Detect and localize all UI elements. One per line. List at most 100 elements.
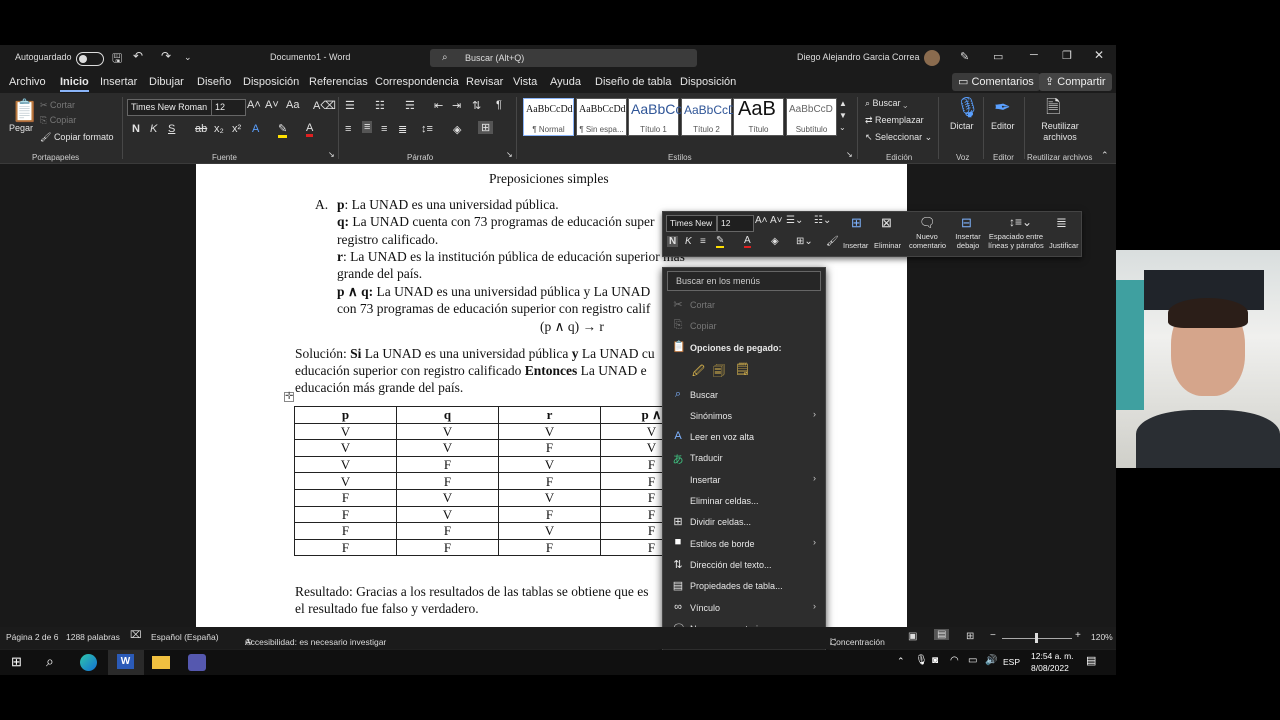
ribbon-display-icon[interactable]: ▭ [993, 50, 1003, 63]
align-right-icon[interactable]: ≡ [381, 123, 387, 135]
table-cell[interactable]: F [498, 505, 601, 524]
table-cell[interactable]: V [294, 439, 397, 457]
mini-borders-icon[interactable]: ⊞⌄ [796, 236, 813, 247]
table-cell[interactable]: F [498, 538, 601, 557]
mini-shading-icon[interactable]: ◈ [771, 236, 779, 247]
bold-icon[interactable]: N [132, 123, 140, 135]
tab-ayuda[interactable]: Ayuda [550, 76, 581, 88]
table-cell[interactable]: V [498, 488, 601, 507]
menu-item-translate[interactable]: Traducir [690, 453, 723, 463]
grow-font-icon[interactable]: A˄ [247, 99, 261, 111]
table-cell[interactable]: V [396, 505, 499, 524]
save-icon[interactable]: 🖫 [112, 49, 122, 70]
tab-inicio[interactable]: Inicio [60, 76, 89, 92]
mini-font-color-icon[interactable]: A [744, 235, 751, 248]
clock-date[interactable]: 8/08/2022 [1031, 663, 1069, 673]
mini-justify-icon[interactable]: ≣ [1056, 215, 1067, 231]
font-color-icon[interactable]: A [306, 122, 314, 137]
table-cell[interactable]: F [396, 522, 499, 540]
increase-indent-icon[interactable]: ⇥ [452, 99, 461, 112]
avatar[interactable] [924, 50, 940, 66]
table-cell[interactable]: V [498, 422, 601, 441]
table-cell[interactable]: V [396, 422, 499, 441]
table-cell[interactable]: F [294, 522, 397, 540]
style-no-spacing[interactable]: AaBbCcDd ¶ Sin espa... [576, 98, 627, 136]
table-cell[interactable]: V [396, 439, 499, 457]
comments-button[interactable]: ▭ Comentarios [952, 73, 1040, 91]
tab-disposicion-tabla[interactable]: Disposición [680, 76, 736, 88]
tab-vista[interactable]: Vista [513, 76, 537, 88]
menu-item-border-styles[interactable]: Estilos de borde [690, 539, 755, 549]
pen-icon[interactable]: ✎ [960, 50, 969, 63]
search-box[interactable]: ⌕ Buscar (Alt+Q) [430, 49, 697, 67]
style-heading-2[interactable]: AaBbCcD Título 2 [681, 98, 737, 136]
table-cell[interactable]: F [498, 472, 601, 490]
sort-icon[interactable]: ⇅ [472, 99, 481, 112]
windows-start-icon[interactable]: ⊞ [11, 654, 22, 670]
menu-item-read-aloud[interactable]: Leer en voz alta [690, 432, 754, 442]
file-explorer-icon[interactable] [152, 656, 170, 669]
mini-insert-below-button[interactable]: Insertar debajo [953, 232, 983, 250]
collapse-ribbon-icon[interactable]: ⌃ [1101, 150, 1109, 161]
table-cell[interactable]: F [294, 538, 397, 557]
tab-insertar[interactable]: Insertar [100, 76, 137, 88]
change-case-icon[interactable]: Aa [286, 99, 299, 111]
page-count[interactable]: Página 2 de 6 [6, 632, 58, 642]
battery-icon[interactable]: ▭ [968, 655, 977, 666]
autosave-toggle[interactable] [76, 52, 104, 66]
mini-bold-icon[interactable]: N [667, 236, 679, 247]
decrease-indent-icon[interactable]: ⇤ [434, 99, 443, 112]
mini-insert-icon[interactable]: ⊞ [851, 215, 862, 231]
table-cell[interactable]: V [294, 422, 397, 441]
mini-delete-button[interactable]: Eliminar [874, 241, 901, 250]
web-layout-icon[interactable]: ⊞ [966, 631, 974, 642]
read-mode-icon[interactable]: ▣ [908, 631, 917, 642]
undo-icon[interactable]: ↶ [133, 49, 143, 63]
find-button[interactable]: ⌕ Buscar ⌄ [865, 98, 907, 109]
wifi-icon[interactable]: ◠ [950, 655, 959, 666]
mini-format-painter-icon[interactable]: 🖌 [826, 236, 839, 247]
close-icon[interactable]: ✕ [1094, 48, 1104, 62]
styles-dialog-launcher-icon[interactable]: ↘ [846, 150, 853, 159]
format-painter-button[interactable]: 🖌 Copiar formato [40, 132, 113, 143]
menu-item-copy[interactable]: Copiar [690, 321, 717, 331]
shrink-font-icon[interactable]: A˅ [265, 99, 279, 111]
share-button[interactable]: ⇪ Compartir [1039, 73, 1112, 91]
strikethrough-icon[interactable]: ab [195, 123, 207, 135]
table-cell[interactable]: V [294, 455, 397, 474]
menu-item-synonyms[interactable]: Sinónimos [690, 411, 732, 421]
reuse-files-button[interactable]: Reutilizar archivos [1040, 121, 1080, 143]
menu-item-delete-cells[interactable]: Eliminar celdas... [690, 496, 759, 506]
menu-item-split-cells[interactable]: Dividir celdas... [690, 517, 751, 527]
text-effects-icon[interactable]: A [252, 123, 259, 135]
table-cell[interactable]: F [396, 472, 499, 490]
tab-diseno-de-tabla[interactable]: Diseño de tabla [595, 76, 671, 88]
paste-button[interactable]: Pegar [9, 123, 33, 133]
paste-icon[interactable]: 📋 [11, 98, 38, 124]
mini-numbering-icon[interactable]: ☷⌄ [814, 215, 831, 226]
clear-format-icon[interactable]: A⌫ [313, 99, 336, 112]
paste-keep-format-icon[interactable]: 🖉 [692, 362, 705, 383]
zoom-in-icon[interactable]: + [1075, 630, 1081, 641]
mini-grow-font-icon[interactable]: A˄ [755, 215, 768, 226]
search-icon[interactable]: ⌕ [46, 653, 54, 670]
table-cell[interactable]: V [294, 472, 397, 490]
menu-item-table-properties[interactable]: Propiedades de tabla... [690, 581, 783, 591]
table-cell[interactable]: F [396, 455, 499, 474]
zoom-slider-thumb[interactable] [1035, 633, 1038, 643]
mini-line-spacing-button[interactable]: Espaciado entre líneas y párrafos [985, 232, 1047, 250]
table-cell[interactable]: F [294, 488, 397, 507]
table-cell[interactable]: V [396, 488, 499, 507]
font-size-select[interactable]: 12 [211, 99, 246, 116]
multilevel-list-icon[interactable]: ☴ [405, 99, 415, 112]
align-left-icon[interactable]: ≡ [345, 123, 351, 135]
tab-referencias[interactable]: Referencias [309, 76, 368, 88]
microphone-icon[interactable]: 🎙 [915, 655, 928, 666]
mini-comment-icon[interactable]: 🗨 [919, 215, 936, 231]
tab-disposicion[interactable]: Disposición [243, 76, 299, 88]
highlight-icon[interactable]: ✎ [278, 122, 288, 138]
bullets-icon[interactable]: ☰ [345, 99, 355, 112]
mini-line-spacing-icon[interactable]: ↕≡⌄ [1009, 215, 1032, 229]
line-spacing-icon[interactable]: ↕≡ [421, 123, 433, 135]
table-cell[interactable]: F [396, 538, 499, 557]
